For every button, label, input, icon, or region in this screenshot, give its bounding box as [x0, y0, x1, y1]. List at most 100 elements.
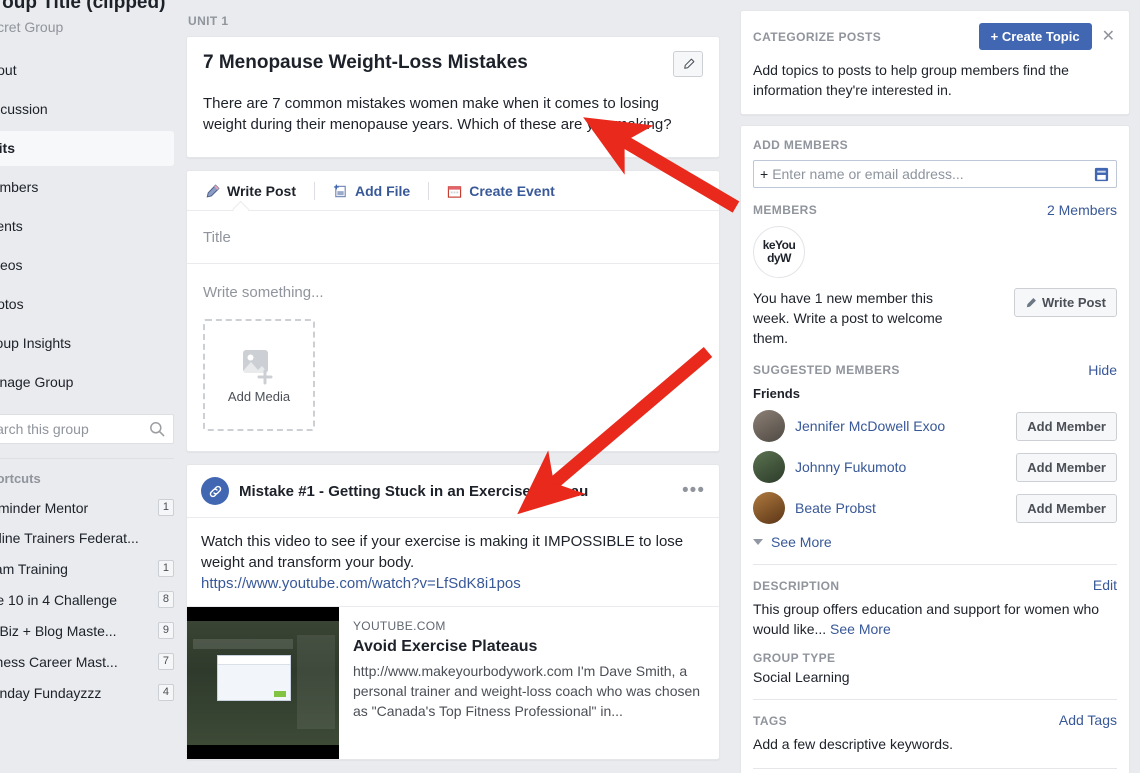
tab-write-post[interactable]: Write Post: [201, 181, 300, 201]
sidebar-item-videos[interactable]: Videos: [0, 248, 174, 283]
shortcut-label: Monday Fundayzzz: [0, 684, 102, 701]
tab-label: Add File: [354, 183, 411, 199]
shortcut-label: Fitness Career Mast...: [0, 653, 118, 670]
suggested-member-row: Johnny Fukumoto Add Member: [753, 451, 1117, 483]
link-domain: YOUTUBE.COM: [353, 619, 446, 633]
member-avatar[interactable]: keYou dyW: [753, 226, 805, 278]
tab-add-file[interactable]: Add File: [329, 181, 414, 201]
post-title: Mistake #1 - Getting Stuck in an Exercis…: [239, 482, 589, 500]
link-title: Avoid Exercise Plateaus: [353, 638, 538, 655]
post-title-input[interactable]: Title: [187, 211, 719, 264]
shortcut-item[interactable]: Monday Fundayzzz 4: [0, 677, 178, 708]
unit-post-card: Mistake #1 - Getting Stuck in an Exercis…: [186, 464, 720, 760]
tags-head: TAGS Add Tags: [753, 712, 1117, 728]
shortcut-item[interactable]: Online Trainers Federat...: [0, 523, 178, 553]
suggested-member-row: Jennifer McDowell Exoo Add Member: [753, 410, 1117, 442]
see-more-label: See More: [771, 534, 832, 550]
write-post-label: Write Post: [1041, 295, 1106, 310]
create-topic-button[interactable]: + Create Topic: [978, 23, 1092, 50]
add-tags-link[interactable]: Add Tags: [1059, 712, 1117, 728]
post-menu-button[interactable]: •••: [682, 481, 705, 500]
sidebar-item-photos[interactable]: Photos: [0, 287, 174, 322]
edit-description-link[interactable]: Edit: [1093, 577, 1117, 593]
sidebar-item-about[interactable]: About: [0, 53, 174, 88]
add-member-field[interactable]: +: [753, 160, 1117, 188]
add-member-button[interactable]: Add Member: [1016, 452, 1117, 482]
facebook-group-units-page: Group Title (clipped) Secret Group About…: [0, 0, 1140, 773]
description-title: DESCRIPTION: [753, 579, 840, 593]
edit-unit-button[interactable]: [673, 51, 703, 77]
add-member-button[interactable]: Add Member: [1016, 493, 1117, 523]
avatar[interactable]: [753, 451, 785, 483]
unit-label: UNIT 1: [188, 14, 229, 28]
add-member-input[interactable]: [772, 166, 1089, 182]
shortcut-badge: 1: [157, 499, 174, 516]
shortcut-item[interactable]: The 10 in 4 Challenge 8: [0, 584, 178, 615]
composer-tabs: Write Post Add File Create Event: [187, 171, 719, 218]
suggested-members-title: SUGGESTED MEMBERS: [753, 363, 900, 377]
suggested-members-row: SUGGESTED MEMBERS Hide: [753, 362, 1117, 378]
sidebar-item-discussion[interactable]: Discussion: [0, 92, 174, 127]
avatar[interactable]: [753, 410, 785, 442]
shortcut-label: Online Trainers Federat...: [0, 530, 139, 546]
divider: [753, 768, 1117, 769]
shortcut-item[interactable]: Fitness Career Mast... 7: [0, 646, 178, 677]
shortcuts-heading: Shortcuts: [0, 471, 41, 486]
shortcut-item[interactable]: PTminder Mentor 1: [0, 492, 178, 523]
divider: [753, 564, 1117, 565]
sidebar-item-events[interactable]: Events: [0, 209, 174, 244]
description-body: This group offers education and support …: [753, 601, 1100, 637]
group-search[interactable]: [0, 414, 174, 444]
post-body-line-2: weight and transform your body.: [201, 554, 415, 571]
post-link[interactable]: https://www.youtube.com/watch?v=LfSdK8i1…: [201, 573, 705, 594]
categorize-title: CATEGORIZE POSTS: [753, 29, 882, 44]
hide-suggested-link[interactable]: Hide: [1088, 362, 1117, 378]
tags-text: Add a few descriptive keywords.: [753, 736, 953, 752]
link-description: http://www.makeyourbodywork.com I'm Dave…: [353, 663, 701, 719]
avatar[interactable]: [753, 492, 785, 524]
shortcut-badge: 1: [157, 560, 174, 577]
add-member-button[interactable]: Add Member: [1016, 411, 1117, 441]
see-more-suggested[interactable]: See More: [753, 534, 1117, 550]
unit-title: 7 Menopause Weight-Loss Mistakes: [203, 52, 528, 73]
add-members-title: ADD MEMBERS: [753, 138, 849, 152]
pencil-icon: [1026, 297, 1036, 307]
unit-header-card: 7 Menopause Weight-Loss Mistakes There a…: [186, 36, 720, 158]
add-media-dropzone[interactable]: Add Media: [203, 319, 315, 431]
tab-create-event[interactable]: Create Event: [443, 181, 559, 201]
group-nav: About Discussion Units Members Events Vi…: [0, 53, 178, 400]
suggested-member-name[interactable]: Jennifer McDowell Exoo: [795, 418, 1006, 434]
sidebar-item-manage-group[interactable]: Manage Group: [0, 365, 174, 400]
shortcut-item[interactable]: Fit Biz + Blog Maste... 9: [0, 615, 178, 646]
post-body-input[interactable]: Write something...: [187, 264, 719, 311]
members-count-link[interactable]: 2 Members: [1047, 202, 1117, 218]
suggested-member-name[interactable]: Beate Probst: [795, 500, 1006, 516]
search-input[interactable]: [0, 421, 149, 437]
thumbnail-dialog: [217, 655, 291, 701]
description-text: This group offers education and support …: [753, 599, 1117, 639]
link-preview[interactable]: YOUTUBE.COM Avoid Exercise Plateaus http…: [187, 606, 719, 759]
shortcut-item[interactable]: Team Training 1: [0, 553, 178, 584]
sidebar-item-members[interactable]: Members: [0, 170, 174, 205]
link-icon: [209, 485, 221, 497]
composer-separator: [313, 182, 315, 200]
tab-label: Write Post: [227, 183, 296, 199]
link-thumbnail: [187, 607, 339, 759]
divider: [753, 699, 1117, 700]
tab-label: Create Event: [469, 183, 555, 199]
categorize-description: Add topics to posts to help group member…: [753, 62, 1069, 98]
description-see-more[interactable]: See More: [830, 621, 891, 637]
group-type-head: GROUP TYPE: [753, 651, 1117, 665]
search-icon: [150, 422, 165, 437]
post-body-line-1: Watch this video to see if your exercise…: [201, 533, 684, 550]
sidebar-item-units[interactable]: Units: [0, 131, 174, 166]
suggested-member-name[interactable]: Johnny Fukumoto: [795, 459, 1006, 475]
write-post-button[interactable]: Write Post: [1013, 288, 1117, 317]
shortcut-badge: 4: [157, 684, 174, 701]
close-icon[interactable]: ✕: [1100, 28, 1117, 44]
avatar-line-2: dyW: [767, 251, 791, 265]
pencil-icon: [206, 183, 220, 198]
shortcut-label: Team Training: [0, 560, 68, 577]
sidebar-item-group-insights[interactable]: Group Insights: [0, 326, 174, 361]
group-type-value: Social Learning: [753, 669, 850, 685]
